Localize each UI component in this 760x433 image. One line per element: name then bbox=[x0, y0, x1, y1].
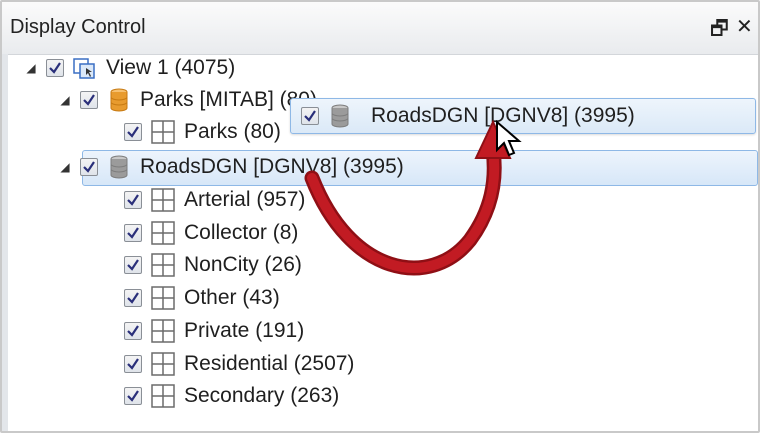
mouse-cursor-icon bbox=[496, 120, 522, 157]
drag-direction-arrow-icon bbox=[304, 119, 512, 276]
